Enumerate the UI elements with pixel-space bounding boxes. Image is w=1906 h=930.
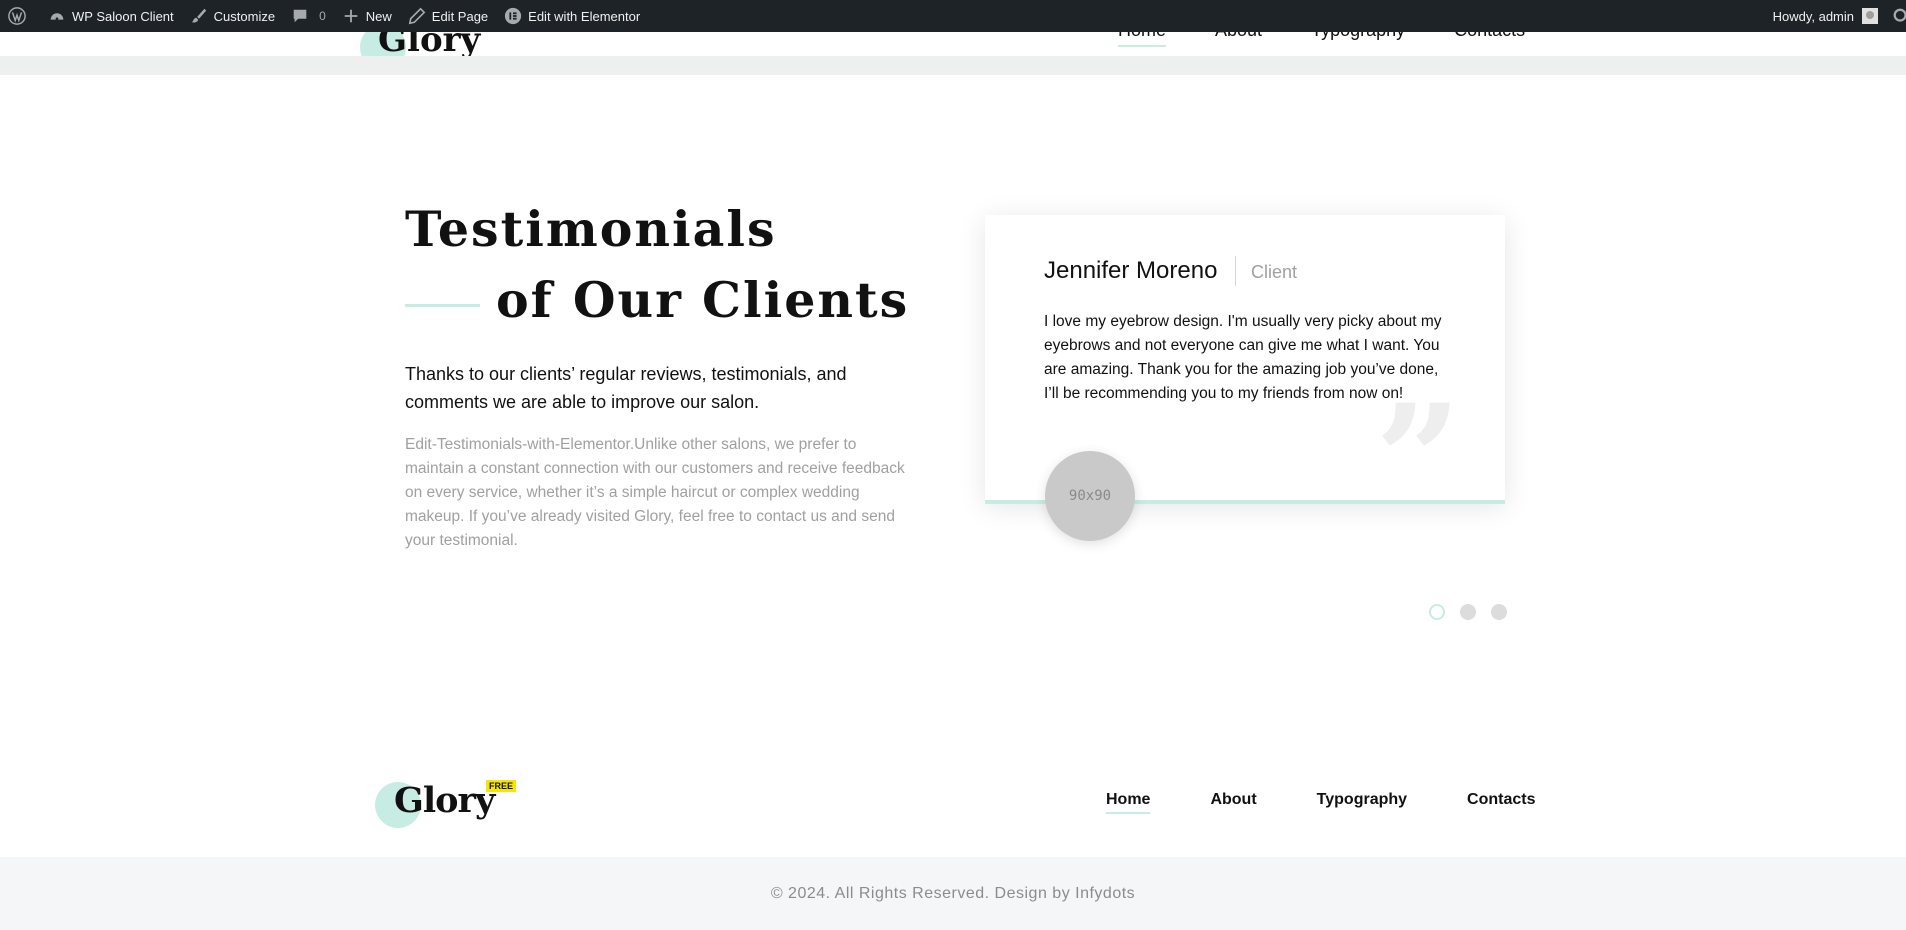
adminbar-search-button[interactable] — [1886, 0, 1906, 32]
wordpress-icon — [8, 7, 26, 25]
testimonials-lead: Thanks to our clients’ regular reviews, … — [405, 364, 847, 412]
avatar-placeholder-label: 90x90 — [1068, 488, 1112, 504]
comments-count: 0 — [319, 9, 326, 23]
slider-dot-2[interactable] — [1460, 604, 1476, 620]
dashboard-gauge-icon — [48, 7, 66, 25]
admin-avatar — [1862, 8, 1878, 24]
name-role-separator — [1235, 256, 1236, 286]
slider-dot-3[interactable] — [1491, 604, 1507, 620]
footer-nav-home[interactable]: Home — [1106, 791, 1151, 814]
site-header: Glory Home About Typography Contacts — [0, 32, 1906, 56]
title-accent-line — [405, 304, 480, 307]
header-nav-typography[interactable]: Typography — [1311, 32, 1405, 47]
plus-icon — [342, 7, 360, 25]
edit-page-link[interactable]: Edit Page — [400, 0, 496, 32]
free-badge: FREE — [486, 780, 517, 792]
testimonial-author-name: Jennifer Moreno — [1044, 257, 1218, 284]
testimonial-avatar: 90x90 — [1045, 451, 1135, 541]
copyright-bar: © 2024. All Rights Reserved. Design by I… — [0, 857, 1906, 930]
edit-page-label: Edit Page — [431, 8, 489, 24]
elementor-icon — [504, 7, 522, 25]
footer-nav: Home About Typography Contacts — [1106, 791, 1535, 814]
testimonial-author-role: Client — [1251, 262, 1298, 282]
comments-link[interactable]: 0 — [283, 0, 334, 32]
testimonials-title-line1: Testimonials — [405, 200, 777, 258]
howdy-label: Howdy, admin — [1772, 8, 1854, 24]
wp-admin-bar: WP Saloon Client Customize 0 New Edit Pa… — [0, 0, 1906, 32]
slider-pagination — [1429, 604, 1507, 620]
customize-link[interactable]: Customize — [182, 0, 283, 32]
footer-nav-typography[interactable]: Typography — [1317, 791, 1407, 814]
footer-nav-about[interactable]: About — [1210, 791, 1256, 814]
header-divider-band — [0, 56, 1906, 75]
testimonials-title-line2: of Our Clients — [496, 271, 910, 329]
new-content-link[interactable]: New — [334, 0, 400, 32]
header-nav-home[interactable]: Home — [1118, 32, 1167, 47]
header-logo-text: Glory — [378, 32, 481, 56]
slider-dot-1[interactable] — [1429, 604, 1445, 620]
testimonials-description: Edit-Testimonials-with-Elementor.Unlike … — [405, 436, 905, 549]
customize-label: Customize — [213, 8, 276, 24]
pencil-icon — [408, 7, 426, 25]
my-account-link[interactable]: Howdy, admin — [1765, 0, 1886, 32]
footer-logo[interactable]: Glory FREE — [375, 780, 525, 830]
header-nav-about[interactable]: About — [1215, 32, 1262, 47]
comment-bubble-icon — [291, 7, 309, 25]
site-name-link[interactable]: WP Saloon Client — [40, 0, 182, 32]
edit-with-elementor-label: Edit with Elementor — [528, 8, 641, 24]
header-nav: Home About Typography Contacts — [1118, 32, 1525, 47]
brush-icon — [190, 7, 208, 25]
wordpress-logo-button[interactable] — [0, 0, 40, 32]
site-name-label: WP Saloon Client — [72, 8, 174, 24]
footer-logo-text: Glory — [394, 780, 495, 821]
footer-nav-contacts[interactable]: Contacts — [1467, 791, 1535, 814]
quote-icon: ” — [1375, 372, 1462, 548]
new-label: New — [365, 8, 392, 24]
edit-with-elementor-link[interactable]: Edit with Elementor — [496, 0, 648, 32]
header-nav-contacts[interactable]: Contacts — [1454, 32, 1525, 47]
copyright-text: © 2024. All Rights Reserved. Design by I… — [770, 884, 1136, 902]
search-icon — [1892, 7, 1906, 25]
